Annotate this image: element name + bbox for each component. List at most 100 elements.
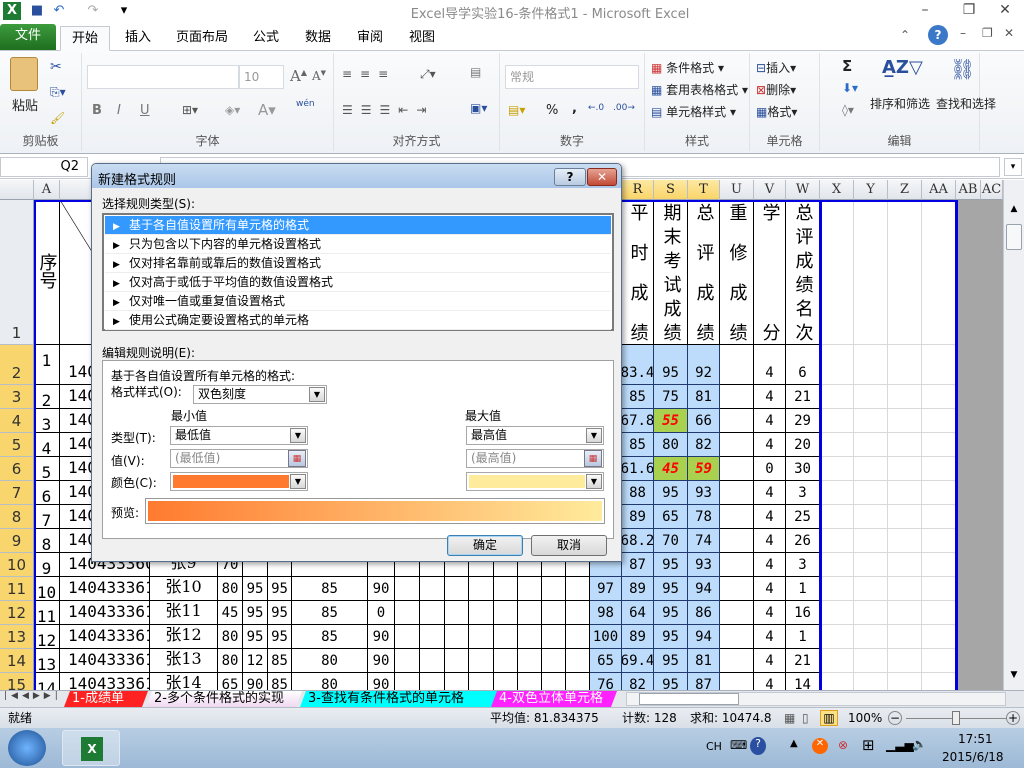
cell-u12[interactable] (720, 601, 754, 625)
header-cell-y[interactable] (854, 200, 888, 345)
cell-z7[interactable] (888, 481, 922, 505)
cell-t11[interactable]: 94 (688, 577, 720, 601)
wrap-text-icon[interactable]: ▤ (470, 65, 481, 79)
format-style-select[interactable]: 双色刻度 ▼ (193, 385, 327, 404)
cell-ac7[interactable] (981, 481, 1003, 505)
autosum-button[interactable]: Σ (842, 57, 852, 75)
cell-ac4[interactable] (981, 409, 1003, 433)
cell-w10[interactable]: 3 (786, 553, 820, 577)
cell-v2[interactable]: 4 (754, 345, 786, 385)
cell-w12[interactable]: 16 (786, 601, 820, 625)
doc-minimize-button[interactable]: – (960, 26, 966, 40)
cell-k14[interactable] (445, 649, 469, 673)
scroll-thumb[interactable] (1006, 224, 1022, 250)
rule-type-item[interactable]: ▶ 只为包含以下内容的单元格设置格式 (105, 235, 611, 254)
row-header-10[interactable]: 10 (0, 553, 34, 577)
cell-u9[interactable] (720, 529, 754, 553)
cell-m15[interactable] (494, 673, 518, 690)
cell-n15[interactable] (518, 673, 542, 690)
cell-ab10[interactable] (956, 553, 981, 577)
currency-icon[interactable]: ▤▾ (508, 103, 525, 117)
cell-z9[interactable] (888, 529, 922, 553)
ok-button[interactable]: 确定 (447, 535, 523, 556)
grow-font-icon[interactable]: A▲ (290, 67, 307, 85)
cell-w14[interactable]: 21 (786, 649, 820, 673)
cell-t9[interactable]: 74 (688, 529, 720, 553)
font-color-icon[interactable]: A▾ (258, 101, 276, 119)
cell-l14[interactable] (469, 649, 494, 673)
cell-a4[interactable]: 3 (34, 409, 60, 433)
tab-formulas[interactable]: 公式 (246, 26, 286, 51)
cell-r14[interactable]: 69.4 (622, 649, 654, 673)
header-cell-z[interactable] (888, 200, 922, 345)
cell-a3[interactable]: 2 (34, 385, 60, 409)
cell-j12[interactable] (420, 601, 445, 625)
sheet-tab-1[interactable]: 1-成绩单 (64, 691, 148, 707)
cell-g15[interactable]: 80 (292, 673, 368, 690)
cell-c15[interactable]: 张14 (150, 673, 218, 690)
select-all-corner[interactable] (0, 180, 34, 200)
cell-l12[interactable] (469, 601, 494, 625)
cell-a14[interactable]: 13 (34, 649, 60, 673)
cell-aa4[interactable] (922, 409, 956, 433)
cell-y5[interactable] (854, 433, 888, 457)
cell-g11[interactable]: 85 (292, 577, 368, 601)
cell-b12[interactable]: 1404333611 (60, 601, 150, 625)
cell-j13[interactable] (420, 625, 445, 649)
cell-c13[interactable]: 张12 (150, 625, 218, 649)
cell-aa15[interactable] (922, 673, 956, 690)
cell-y15[interactable] (854, 673, 888, 690)
header-cell-x[interactable] (820, 200, 854, 345)
cell-ac5[interactable] (981, 433, 1003, 457)
fill-icon[interactable]: ⬇▾ (842, 81, 858, 95)
cell-i13[interactable] (395, 625, 420, 649)
cell-j11[interactable] (420, 577, 445, 601)
cell-v4[interactable]: 4 (754, 409, 786, 433)
cell-u15[interactable] (720, 673, 754, 690)
cell-o11[interactable] (542, 577, 566, 601)
cell-s5[interactable]: 80 (654, 433, 688, 457)
column-header-u[interactable]: U (720, 180, 754, 200)
cell-ac13[interactable] (981, 625, 1003, 649)
cell-t14[interactable]: 81 (688, 649, 720, 673)
cell-s10[interactable]: 95 (654, 553, 688, 577)
cell-s14[interactable]: 95 (654, 649, 688, 673)
cell-a7[interactable]: 6 (34, 481, 60, 505)
row-header-3[interactable]: 3 (0, 385, 34, 409)
cell-w3[interactable]: 21 (786, 385, 820, 409)
cell-ac6[interactable] (981, 457, 1003, 481)
cell-u8[interactable] (720, 505, 754, 529)
cell-q11[interactable]: 97 (590, 577, 622, 601)
cell-v15[interactable]: 4 (754, 673, 786, 690)
cell-z12[interactable] (888, 601, 922, 625)
format-painter-icon[interactable]: 🖌 (50, 111, 65, 125)
cell-x8[interactable] (820, 505, 854, 529)
horizontal-align-icons[interactable]: ☰☰☰⇤⇥ (342, 103, 434, 117)
cell-r10[interactable]: 87 (622, 553, 654, 577)
cell-j15[interactable] (420, 673, 445, 690)
min-color-select[interactable]: ▼ (170, 472, 308, 491)
min-value-input[interactable]: (最低值) ▦ (170, 449, 308, 468)
vertical-scrollbar[interactable]: ▲ ▼ (1003, 180, 1024, 690)
keyboard-icon[interactable]: ⌨ (730, 738, 747, 752)
cell-q14[interactable]: 65 (590, 649, 622, 673)
min-type-select[interactable]: 最低值 ▼ (170, 426, 308, 445)
cell-ab12[interactable] (956, 601, 981, 625)
format-button[interactable]: ▦格式▾ (756, 103, 797, 120)
cell-z2[interactable] (888, 345, 922, 385)
cell-n11[interactable] (518, 577, 542, 601)
cell-b14[interactable]: 1404333613 (60, 649, 150, 673)
cell-a9[interactable]: 8 (34, 529, 60, 553)
cell-a11[interactable]: 10 (34, 577, 60, 601)
column-header-ab[interactable]: AB (956, 180, 981, 200)
bold-button[interactable]: B (92, 103, 102, 118)
column-header-t[interactable]: T (688, 180, 720, 200)
cell-aa12[interactable] (922, 601, 956, 625)
cell-v6[interactable]: 0 (754, 457, 786, 481)
row-header-6[interactable]: 6 (0, 457, 34, 481)
cell-v5[interactable]: 4 (754, 433, 786, 457)
copy-icon[interactable]: ⎘▾ (50, 85, 66, 100)
delete-button[interactable]: ⊠删除▾ (756, 81, 796, 98)
cell-u14[interactable] (720, 649, 754, 673)
cell-p14[interactable] (566, 649, 590, 673)
